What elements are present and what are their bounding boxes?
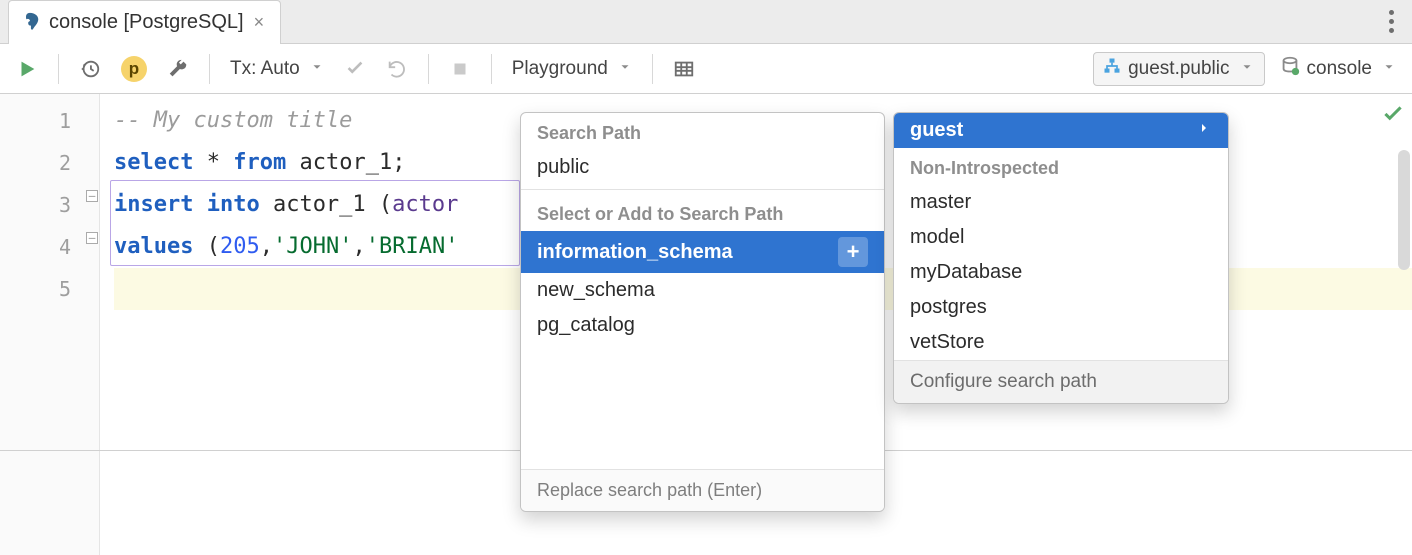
chevron-down-icon [618, 58, 632, 80]
schema-icon [1102, 56, 1122, 82]
database-popup: guest Non-Introspected master model myDa… [893, 112, 1229, 404]
console-session-dropdown[interactable]: console [1273, 52, 1403, 86]
popup-hint: Replace search path (Enter) [521, 469, 884, 511]
schema-option-pg-catalog[interactable]: pg_catalog [521, 308, 884, 343]
line-number: 1 [0, 100, 71, 142]
console-icon [1279, 55, 1301, 83]
tab-title: console [PostgreSQL] [49, 11, 244, 34]
chevron-down-icon [1382, 58, 1396, 80]
profile-badge[interactable]: p [115, 52, 153, 86]
rollback-button[interactable] [380, 52, 414, 86]
inspection-check[interactable] [1380, 102, 1406, 133]
close-icon[interactable]: × [252, 12, 267, 33]
playground-label: Playground [512, 58, 608, 80]
search-path-popup: Search Path public Select or Add to Sear… [520, 112, 885, 512]
line-number: 5 [0, 268, 71, 310]
tx-mode-label: Tx: Auto [230, 58, 300, 80]
tab-bar: console [PostgreSQL] × [0, 0, 1412, 44]
gutter: 1 2 3 4 5 – – [0, 94, 100, 555]
schema-option-information-schema[interactable]: information_schema + [521, 231, 884, 273]
chevron-right-icon [1196, 119, 1212, 142]
database-option-guest[interactable]: guest [894, 113, 1228, 148]
tx-mode-dropdown[interactable]: Tx: Auto [224, 52, 330, 86]
schema-option-new-schema[interactable]: new_schema [521, 273, 884, 308]
tab-overflow-menu[interactable] [1379, 4, 1404, 39]
configure-search-path[interactable]: Configure search path [894, 360, 1228, 403]
popup-header: Select or Add to Search Path [521, 194, 884, 231]
schema-label: guest.public [1128, 58, 1229, 80]
wrench-icon[interactable] [161, 52, 195, 86]
run-button[interactable] [10, 52, 44, 86]
popup-header: Non-Introspected [894, 148, 1228, 185]
data-grid-icon[interactable] [667, 52, 701, 86]
code-comment: -- My custom title [114, 108, 352, 133]
console-label: console [1307, 58, 1373, 80]
database-option-mydatabase[interactable]: myDatabase [894, 255, 1228, 290]
database-option-master[interactable]: master [894, 185, 1228, 220]
fold-marker-icon[interactable]: – [86, 232, 98, 244]
popup-header: Search Path [521, 113, 884, 150]
add-icon[interactable]: + [838, 237, 868, 267]
checkmark-icon [1380, 112, 1406, 132]
search-path-current[interactable]: public [521, 150, 884, 185]
postgresql-icon [19, 11, 41, 33]
history-icon[interactable] [73, 52, 107, 86]
line-number: 3 [0, 184, 71, 226]
scrollbar-thumb[interactable] [1398, 150, 1410, 270]
commit-button[interactable] [338, 52, 372, 86]
playground-dropdown[interactable]: Playground [506, 52, 638, 86]
fold-marker-icon[interactable]: – [86, 190, 98, 202]
chevron-down-icon [310, 58, 324, 80]
chevron-down-icon [1240, 58, 1254, 80]
stop-button[interactable] [443, 52, 477, 86]
database-option-vetstore[interactable]: vetStore [894, 325, 1228, 360]
toolbar: p Tx: Auto Playground guest.public con [0, 44, 1412, 94]
line-number: 2 [0, 142, 71, 184]
schema-selector[interactable]: guest.public [1093, 52, 1264, 86]
database-option-model[interactable]: model [894, 220, 1228, 255]
line-number: 4 [0, 226, 71, 268]
database-option-postgres[interactable]: postgres [894, 290, 1228, 325]
tab-console[interactable]: console [PostgreSQL] × [8, 0, 281, 44]
